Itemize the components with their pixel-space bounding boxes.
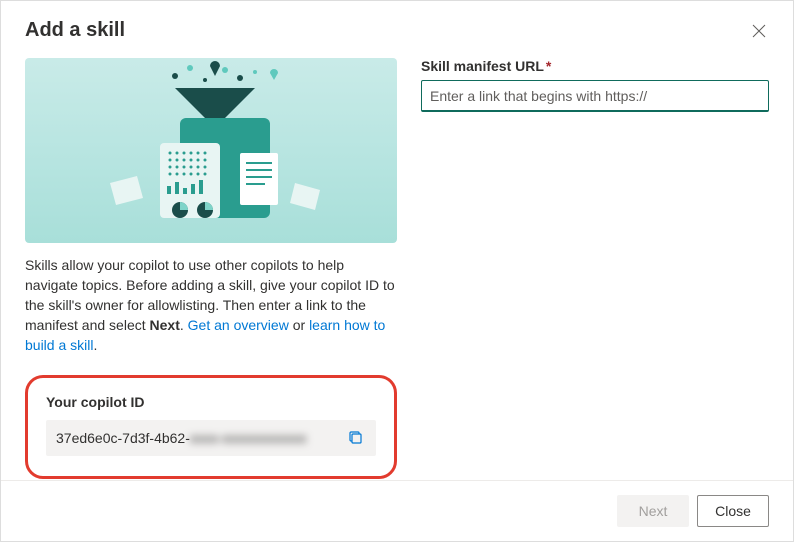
copilot-id-value: 37ed6e0c-7d3f-4b62-xxxx-xxxxxxxxxxxx bbox=[56, 430, 346, 446]
required-indicator: * bbox=[546, 58, 551, 74]
next-button[interactable]: Next bbox=[617, 495, 689, 527]
dialog-footer: Next Close bbox=[1, 480, 793, 541]
right-column: Skill manifest URL* bbox=[421, 58, 769, 464]
copilot-id-box: Your copilot ID 37ed6e0c-7d3f-4b62-xxxx-… bbox=[25, 375, 397, 479]
dialog-header: Add a skill bbox=[1, 1, 793, 50]
close-button[interactable]: Close bbox=[697, 495, 769, 527]
dialog-content: Skills allow your copilot to use other c… bbox=[1, 50, 793, 480]
skill-illustration bbox=[25, 58, 397, 243]
get-overview-link[interactable]: Get an overview bbox=[188, 317, 289, 333]
description-text: Skills allow your copilot to use other c… bbox=[25, 255, 397, 355]
dialog-title: Add a skill bbox=[25, 19, 125, 42]
url-field-label: Skill manifest URL* bbox=[421, 58, 769, 74]
skill-manifest-url-input[interactable] bbox=[421, 80, 769, 112]
copy-icon[interactable] bbox=[346, 428, 366, 448]
left-column: Skills allow your copilot to use other c… bbox=[25, 58, 397, 464]
copilot-id-row: 37ed6e0c-7d3f-4b62-xxxx-xxxxxxxxxxxx bbox=[46, 420, 376, 456]
copilot-id-label: Your copilot ID bbox=[46, 394, 376, 410]
close-icon[interactable] bbox=[749, 21, 769, 41]
